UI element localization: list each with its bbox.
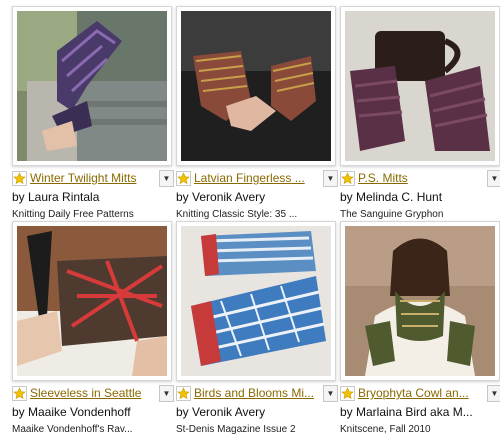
- favorite-star-icon[interactable]: [12, 171, 27, 186]
- photo-winter-twilight-mitts: [17, 11, 167, 161]
- favorite-star-icon[interactable]: [340, 171, 355, 186]
- pattern-title-link[interactable]: Winter Twilight Mitts: [30, 171, 156, 185]
- photo-bryophyta-cowl-and-mitts: [345, 226, 495, 376]
- pattern-card: Bryophyta Cowl an... ▼ by Marlaina Bird …: [340, 221, 500, 435]
- pattern-source[interactable]: Knitting Classic Style: 35 ...: [176, 209, 338, 220]
- photo-birds-and-blooms-mitts: [181, 226, 331, 376]
- pattern-title-link[interactable]: Birds and Blooms Mi...: [194, 386, 320, 400]
- pattern-source[interactable]: The Sanguine Gryphon: [340, 209, 500, 220]
- pattern-card: P.S. Mitts ▼ by Melinda C. Hunt The Sang…: [340, 6, 500, 220]
- pattern-card: Winter Twilight Mitts ▼ by Laura Rintala…: [12, 6, 174, 220]
- pattern-thumbnail[interactable]: [176, 221, 336, 381]
- pattern-thumbnail[interactable]: [12, 6, 172, 166]
- chevron-down-icon[interactable]: ▼: [487, 170, 500, 187]
- pattern-source[interactable]: Knitscene, Fall 2010: [340, 424, 500, 435]
- pattern-designer[interactable]: by Melinda C. Hunt: [340, 190, 500, 204]
- chevron-down-icon[interactable]: ▼: [323, 170, 338, 187]
- pattern-thumbnail[interactable]: [12, 221, 172, 381]
- chevron-down-icon[interactable]: ▼: [487, 385, 500, 402]
- pattern-grid: Winter Twilight Mitts ▼ by Laura Rintala…: [0, 0, 500, 435]
- pattern-title-link[interactable]: Sleeveless in Seattle: [30, 386, 156, 400]
- pattern-source[interactable]: Maaike Vondenhoff's Rav...: [12, 424, 174, 435]
- pattern-title-link[interactable]: Latvian Fingerless ...: [194, 171, 320, 185]
- photo-sleeveless-in-seattle: [17, 226, 167, 376]
- pattern-title-link[interactable]: Bryophyta Cowl an...: [358, 386, 484, 400]
- pattern-designer[interactable]: by Veronik Avery: [176, 405, 338, 419]
- pattern-card: Birds and Blooms Mi... ▼ by Veronik Aver…: [176, 221, 338, 435]
- pattern-source[interactable]: Knitting Daily Free Patterns: [12, 209, 174, 220]
- photo-ps-mitts: [345, 11, 495, 161]
- pattern-thumbnail[interactable]: [340, 221, 500, 381]
- pattern-source[interactable]: St-Denis Magazine Issue 2: [176, 424, 338, 435]
- pattern-designer[interactable]: by Veronik Avery: [176, 190, 338, 204]
- pattern-card: Latvian Fingerless ... ▼ by Veronik Aver…: [176, 6, 338, 220]
- pattern-designer[interactable]: by Marlaina Bird aka M...: [340, 405, 500, 419]
- pattern-title-link[interactable]: P.S. Mitts: [358, 171, 484, 185]
- pattern-designer[interactable]: by Laura Rintala: [12, 190, 174, 204]
- favorite-star-icon[interactable]: [12, 386, 27, 401]
- favorite-star-icon[interactable]: [176, 171, 191, 186]
- favorite-star-icon[interactable]: [176, 386, 191, 401]
- pattern-thumbnail[interactable]: [176, 6, 336, 166]
- pattern-designer[interactable]: by Maaike Vondenhoff: [12, 405, 174, 419]
- chevron-down-icon[interactable]: ▼: [159, 170, 174, 187]
- photo-latvian-fingerless-mitts: [181, 11, 331, 161]
- favorite-star-icon[interactable]: [340, 386, 355, 401]
- chevron-down-icon[interactable]: ▼: [159, 385, 174, 402]
- chevron-down-icon[interactable]: ▼: [323, 385, 338, 402]
- pattern-card: Sleeveless in Seattle ▼ by Maaike Vonden…: [12, 221, 174, 435]
- pattern-thumbnail[interactable]: [340, 6, 500, 166]
